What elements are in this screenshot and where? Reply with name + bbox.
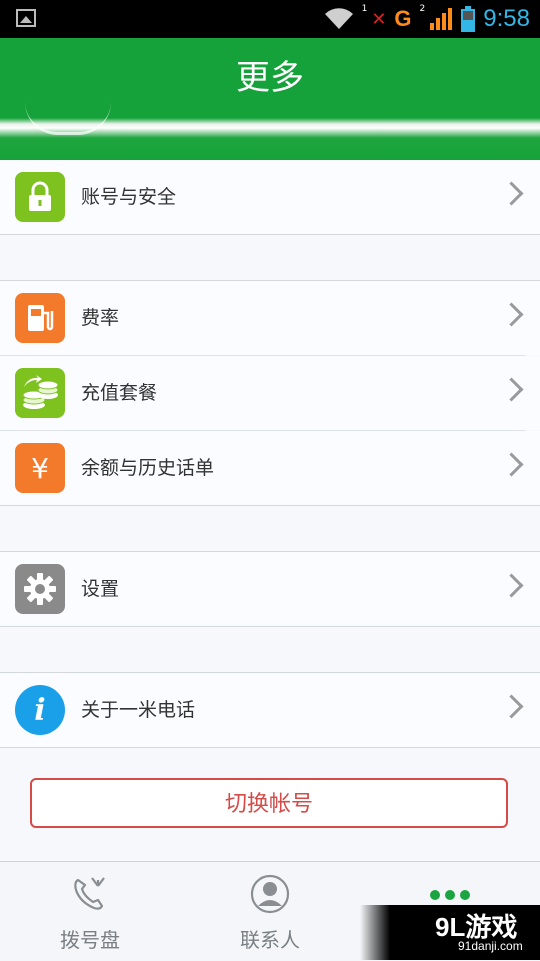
contact-icon [250,874,290,914]
tab-label: 联系人 [240,928,300,952]
fuel-pump-icon [15,293,65,343]
tab-label: 拨号盘 [60,928,120,952]
divider [0,747,540,748]
sim1-indicator: 1 [361,4,368,14]
sim2-indicator: 2 [419,4,426,14]
menu-item-about[interactable]: i 关于一米电话 [0,673,540,747]
chevron-right-icon [499,573,524,598]
menu-item-rates[interactable]: 费率 [0,281,540,355]
menu-item-label: 设置 [81,578,120,600]
page-title: 更多 [236,58,304,98]
menu-item-account-security[interactable]: 账号与安全 [0,160,540,234]
network-type: G [394,6,412,31]
menu-item-settings[interactable]: 设置 [0,552,540,626]
menu-item-recharge-plans[interactable]: 充值套餐 [0,356,540,430]
menu-item-label: 账号与安全 [81,186,177,208]
watermark-url: 91danji.com [458,939,523,953]
tab-contacts[interactable]: 联系人 [180,862,360,961]
more-dots-icon [430,890,470,900]
no-signal-icon: ✕ [371,8,387,30]
chevron-right-icon [499,181,524,206]
chevron-right-icon [499,377,524,402]
menu-item-label: 余额与历史话单 [81,457,215,479]
phone-icon [74,877,105,910]
tab-dialpad[interactable]: 拨号盘 [0,862,180,961]
chevron-right-icon [499,302,524,327]
status-bar: 1 ✕ G 2 9:58 [0,0,540,38]
yuan-icon: ¥ [15,443,65,493]
gear-icon [15,564,65,614]
coins-icon [15,368,65,418]
menu-item-label: 费率 [81,307,120,329]
wifi-icon [324,8,353,29]
watermark: 9L游戏 91danji.com [360,905,540,960]
divider [0,234,540,235]
app-header: 更多 [0,38,540,160]
signal-icon [430,8,453,30]
menu-item-balance-history[interactable]: ¥ 余额与历史话单 [0,431,540,505]
chevron-right-icon [499,452,524,477]
lock-icon [15,172,65,222]
image-notification-icon [16,9,36,27]
divider [0,505,540,506]
switch-account-button[interactable]: 切换帐号 [30,778,508,828]
menu-item-label: 关于一米电话 [81,699,196,721]
battery-icon [461,6,476,32]
divider [0,626,540,627]
chevron-right-icon [499,694,524,719]
menu-item-label: 充值套餐 [81,382,158,404]
status-icons: 1 ✕ G 2 9:58 [324,0,530,38]
clock: 9:58 [483,5,530,32]
avatar-arc [25,102,111,135]
info-icon: i [15,685,65,735]
